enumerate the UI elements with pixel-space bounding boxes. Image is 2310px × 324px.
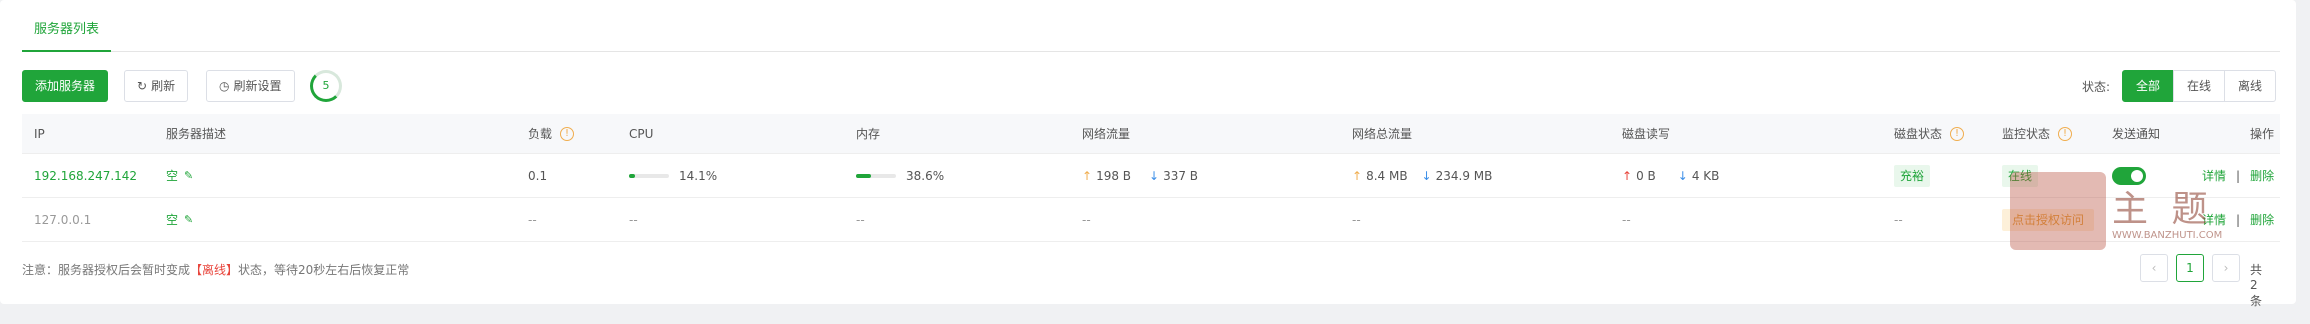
disk-read: 0 B <box>1636 168 1656 183</box>
status-filter-label: 状态: <box>2082 80 2111 94</box>
arrow-up-icon: ↑ <box>1082 168 1093 183</box>
refresh-settings-label: 刷新设置 <box>233 79 282 93</box>
arrow-up-icon: ↑ <box>1622 168 1633 183</box>
edit-icon[interactable]: ✎ <box>184 169 193 182</box>
toolbar: 添加服务器 ↻ 刷新 ◷ 刷新设置 5 状态: 全部 在线 离线 <box>22 70 2284 102</box>
filter-offline[interactable]: 离线 <box>2224 70 2277 102</box>
net-down: 337 B <box>1163 168 1199 183</box>
filter-online[interactable]: 在线 <box>2173 70 2226 102</box>
header-cpu: CPU <box>629 126 654 141</box>
refresh-label: 刷新 <box>151 79 176 93</box>
server-table: IP 服务器描述 负载! CPU 内存 网络流量 网络总流量 磁盘读写 磁盘状态… <box>22 114 2280 242</box>
total-up: 8.4 MB <box>1366 168 1408 183</box>
disk-status: -- <box>1894 212 1903 227</box>
disk-status: 充裕 <box>1894 154 1931 197</box>
cpu-value: 14.1% <box>679 168 718 183</box>
edit-icon[interactable]: ✎ <box>184 213 193 226</box>
load-value: -- <box>528 212 537 227</box>
header-monitor-status-label: 监控状态 <box>2002 127 2051 141</box>
arrow-down-icon: ↓ <box>1677 168 1688 183</box>
info-icon[interactable]: ! <box>2058 126 2073 141</box>
cpu-bar-fill <box>629 173 635 178</box>
prev-page-button[interactable]: ‹ <box>2140 254 2168 282</box>
mem-usage: 38.6% <box>856 154 944 197</box>
arrow-down-icon: ↓ <box>1149 168 1160 183</box>
server-desc: 空 ✎ <box>166 198 193 241</box>
header-load-label: 负载 <box>528 127 553 141</box>
disk-io: ↑ 0 B ↓ 4 KB <box>1622 154 1719 197</box>
status-filter: 全部 在线 离线 <box>2122 70 2277 102</box>
status-badge: 充裕 <box>1894 164 1931 187</box>
net-total: ↑ 8.4 MB ↓ 234.9 MB <box>1352 154 1492 197</box>
header-mem: 内存 <box>856 127 881 141</box>
watermark-text: 主 题 <box>2112 189 2214 230</box>
mem-bar <box>856 173 896 178</box>
footer-note: 注意：服务器授权后会暂时变成【离线】状态，等待20秒左右后恢复正常 <box>22 261 409 278</box>
total-down: 234.9 MB <box>1435 168 1493 183</box>
info-icon[interactable]: ! <box>560 126 575 141</box>
load-value: 0.1 <box>528 168 548 183</box>
delete-link[interactable]: 删除 <box>2250 211 2274 228</box>
server-list-panel: 服务器列表 添加服务器 ↻ 刷新 ◷ 刷新设置 5 状态: 全部 在线 离线 IP … <box>0 0 2296 308</box>
header-disk-status-label: 磁盘状态 <box>1894 127 1943 141</box>
watermark-seal <box>2010 172 2106 250</box>
server-ip: 127.0.0.1 <box>34 212 92 227</box>
arrow-up-icon: ↑ <box>1352 168 1363 183</box>
note-suffix: 状态，等待20秒左右后恢复正常 <box>238 263 410 277</box>
refresh-icon: ↻ <box>137 79 148 93</box>
server-desc: 空 ✎ <box>166 154 193 197</box>
header-net: 网络流量 <box>1082 127 1131 141</box>
net-traffic: ↑ 198 B ↓ 337 B <box>1082 154 1198 197</box>
header-disk-status: 磁盘状态! <box>1894 114 1965 153</box>
clock-icon: ◷ <box>219 79 230 93</box>
table-header: IP 服务器描述 负载! CPU 内存 网络流量 网络总流量 磁盘读写 磁盘状态… <box>22 114 2280 154</box>
info-icon[interactable]: ! <box>1950 126 1965 141</box>
action-separator: | <box>2236 168 2241 183</box>
net-up: 198 B <box>1096 168 1132 183</box>
cpu-bar <box>629 173 669 178</box>
header-ip: IP <box>34 126 45 141</box>
mem-value: -- <box>856 212 865 227</box>
header-desc: 服务器描述 <box>166 127 227 141</box>
tab-server-list[interactable]: 服务器列表 <box>22 0 112 52</box>
watermark: 主 题 WWW.BANZHUTI.COM <box>2010 172 2223 252</box>
mem-value: 38.6% <box>906 168 945 183</box>
cpu-usage: 14.1% <box>629 154 717 197</box>
tab-bar: 服务器列表 <box>22 0 2280 52</box>
page-number[interactable]: 1 <box>2176 254 2204 282</box>
header-load: 负载! <box>528 114 575 153</box>
note-prefix: 注意：服务器授权后会暂时变成 <box>22 263 191 277</box>
next-page-button[interactable]: › <box>2212 254 2240 282</box>
disk-io: -- <box>1622 212 1631 227</box>
cpu-value: -- <box>629 212 638 227</box>
note-highlight: 【离线】 <box>190 263 239 277</box>
header-net-total: 网络总流量 <box>1352 127 1413 141</box>
header-actions: 操作 <box>2250 127 2275 141</box>
watermark-url: WWW.BANZHUTI.COM <box>2112 230 2223 241</box>
header-notify: 发送通知 <box>2112 127 2161 141</box>
refresh-countdown: 5 <box>310 70 342 102</box>
total-count: 共2条 <box>2250 263 2263 308</box>
table-row: 192.168.247.142 空 ✎ 0.1 14.1% 38.6% ↑ 198 … <box>22 154 2280 198</box>
header-monitor-status: 监控状态! <box>2002 114 2073 153</box>
net-traffic: -- <box>1082 212 1091 227</box>
add-server-button[interactable]: 添加服务器 <box>22 70 109 102</box>
action-separator: | <box>2236 212 2241 227</box>
desc-value[interactable]: 空 <box>166 167 178 184</box>
net-total: -- <box>1352 212 1361 227</box>
header-disk-io: 磁盘读写 <box>1622 127 1671 141</box>
arrow-down-icon: ↓ <box>1421 168 1432 183</box>
delete-link[interactable]: 删除 <box>2250 167 2274 184</box>
refresh-button[interactable]: ↻ 刷新 <box>124 70 189 102</box>
table-row: 127.0.0.1 空✎ -- -- -- -- -- -- -- 点击授权访问… <box>22 198 2280 242</box>
disk-write: 4 KB <box>1691 168 1720 183</box>
desc-value[interactable]: 空 <box>166 211 178 228</box>
refresh-settings-button[interactable]: ◷ 刷新设置 <box>206 70 295 102</box>
filter-all[interactable]: 全部 <box>2122 70 2175 102</box>
server-ip-link[interactable]: 192.168.247.142 <box>34 154 137 197</box>
mem-bar-fill <box>856 173 872 178</box>
